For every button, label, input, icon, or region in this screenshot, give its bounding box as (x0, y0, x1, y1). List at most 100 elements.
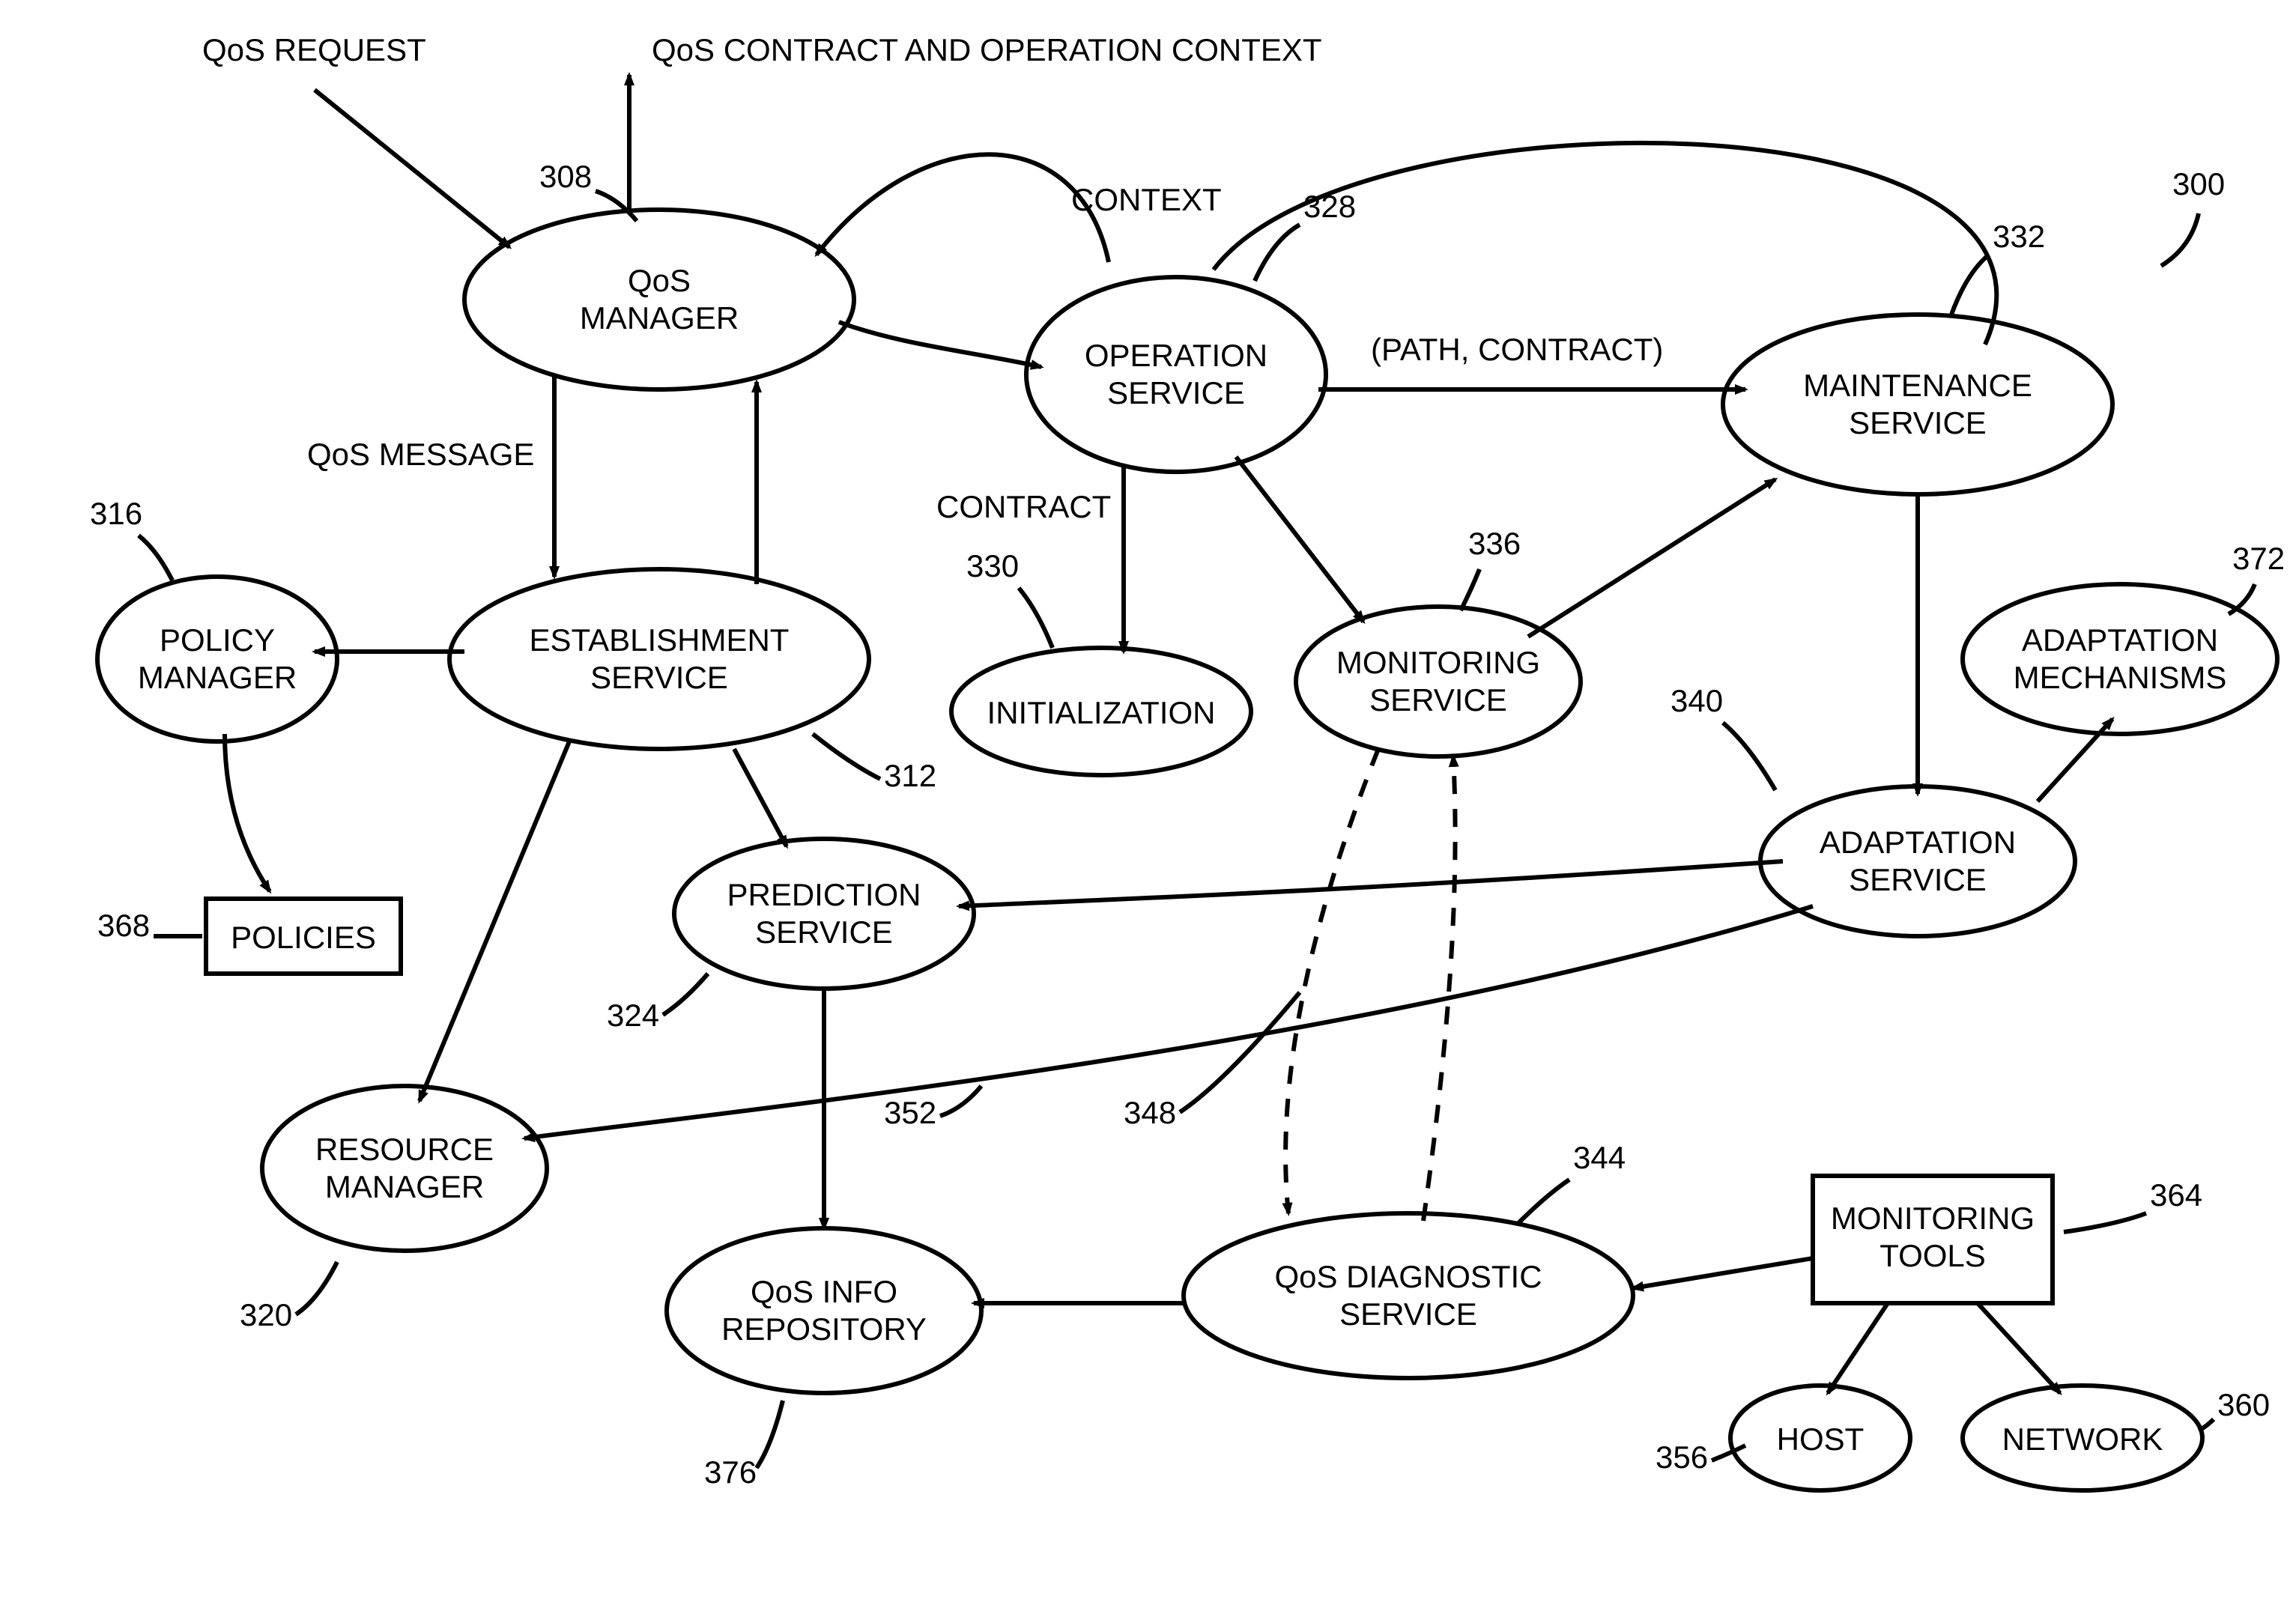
edge-qos-request-in (315, 90, 509, 247)
label: MAINTENANCE (1803, 368, 2032, 403)
label: SERVICE (1849, 862, 1987, 897)
edge-context-loop (817, 154, 1109, 262)
label: SERVICE (1849, 405, 1987, 440)
label: INITIALIZATION (987, 695, 1216, 730)
ref-324: 324 (607, 974, 708, 1033)
node-prediction-service: PREDICTION SERVICE (674, 839, 974, 989)
label: POLICY (160, 622, 275, 658)
node-monitoring-tools: MONITORING TOOLS (1813, 1176, 2053, 1303)
edge-establishment-to-prediction (734, 749, 787, 846)
ref-label: 344 (1573, 1140, 1626, 1175)
ref-label: 312 (884, 758, 936, 793)
ref-label: 364 (2150, 1177, 2202, 1213)
ref-label: 328 (1303, 189, 1356, 224)
label: MONITORING (1336, 645, 1540, 680)
ref-364: 364 (2064, 1177, 2202, 1232)
node-resource-manager: RESOURCE MANAGER (262, 1086, 547, 1251)
label: POLICIES (231, 920, 376, 955)
node-maintenance-service: MAINTENANCE SERVICE (1723, 315, 2112, 494)
label: ESTABLISHMENT (530, 622, 790, 658)
edge-monitoring-to-diag-dashed (1285, 749, 1378, 1213)
ref-368: 368 (97, 908, 202, 943)
label: ADAPTATION (1820, 825, 2016, 860)
ref-360: 360 (2199, 1387, 2270, 1430)
ref-label: 372 (2232, 541, 2285, 576)
ref-label: 324 (607, 998, 659, 1033)
ref-label: 360 (2217, 1387, 2270, 1422)
label: PREDICTION (727, 877, 921, 912)
node-monitoring-service: MONITORING SERVICE (1296, 607, 1581, 756)
node-qos-manager: QoS MANAGER (464, 210, 854, 389)
label: MECHANISMS (2014, 660, 2227, 695)
label: RESOURCE (315, 1132, 494, 1167)
edge-tools-to-network (1978, 1303, 2060, 1393)
label: MANAGER (138, 660, 297, 695)
edge-policymgr-to-policies (225, 734, 270, 891)
label: SERVICE (1369, 682, 1507, 717)
edge-tools-to-host (1828, 1303, 1888, 1393)
node-host: HOST (1730, 1386, 1910, 1490)
ref-372: 372 (2229, 541, 2285, 614)
label: SERVICE (755, 914, 893, 950)
ref-300: 300 (2161, 166, 2225, 266)
node-qos-diagnostic-service: QoS DIAGNOSTIC SERVICE (1184, 1213, 1633, 1378)
label: HOST (1777, 1422, 1865, 1457)
ref-label: 368 (97, 908, 150, 943)
ref-348: 348 (1124, 992, 1300, 1130)
label-qos-request: QoS REQUEST (202, 32, 426, 67)
ref-376: 376 (704, 1401, 783, 1490)
ref-330: 330 (966, 548, 1052, 648)
ref-label: 308 (539, 159, 592, 194)
ref-312: 312 (813, 734, 936, 793)
ref-320: 320 (240, 1262, 337, 1332)
node-policies: POLICIES (206, 899, 401, 974)
label: OPERATION (1085, 338, 1267, 373)
ref-label: 332 (1993, 219, 2045, 254)
ref-340: 340 (1670, 683, 1775, 790)
edge-establishment-to-resourcemgr (419, 741, 569, 1101)
ref-316: 316 (90, 496, 172, 580)
label: ADAPTATION (2022, 622, 2218, 658)
ref-label: 330 (966, 548, 1019, 583)
label: SERVICE (1339, 1296, 1477, 1332)
label-path-contract: (PATH, CONTRACT) (1371, 332, 1663, 367)
node-policy-manager: POLICY MANAGER (97, 577, 337, 741)
ref-label: 352 (884, 1095, 936, 1130)
label: QoS INFO (751, 1274, 897, 1309)
edge-op-to-monitoring (1236, 457, 1363, 622)
node-initialization: INITIALIZATION (951, 648, 1251, 775)
label: MANAGER (325, 1169, 484, 1204)
node-establishment-service: ESTABLISHMENT SERVICE (449, 569, 869, 749)
ref-328: 328 (1255, 189, 1356, 281)
edge-manager-to-operation (839, 322, 1041, 367)
ref-label: 320 (240, 1297, 292, 1332)
node-qos-info-repository: QoS INFO REPOSITORY (667, 1228, 981, 1393)
qos-diagram: QoS MANAGER OPERATION SERVICE MAINTENANC… (0, 0, 2296, 1605)
label: SERVICE (590, 660, 728, 695)
label: QoS DIAGNOSTIC (1274, 1259, 1542, 1294)
node-network: NETWORK (1963, 1386, 2202, 1490)
label-context: CONTEXT (1071, 182, 1222, 217)
node-adaptation-service: ADAPTATION SERVICE (1760, 786, 2075, 936)
edge-diag-to-monitoring-dashed (1423, 756, 1456, 1221)
label: TOOLS (1879, 1238, 1986, 1273)
node-adaptation-mechanisms: ADAPTATION MECHANISMS (1963, 584, 2277, 734)
ref-label: 356 (1656, 1439, 1708, 1475)
label-contract: CONTRACT (936, 489, 1111, 524)
label: QoS (628, 263, 691, 298)
ref-344: 344 (1517, 1140, 1626, 1225)
edge-tools-to-diag (1633, 1258, 1813, 1288)
node-operation-service: OPERATION SERVICE (1026, 277, 1326, 472)
label: NETWORK (2002, 1422, 2163, 1457)
ref-label: 316 (90, 496, 142, 531)
label-qos-message: QoS MESSAGE (307, 437, 534, 472)
label-qos-contract-out: QoS CONTRACT AND OPERATION CONTEXT (652, 32, 1322, 67)
ref-label: 336 (1468, 526, 1521, 561)
edge-adaptation-to-prediction (959, 861, 1783, 906)
ref-336: 336 (1461, 526, 1521, 610)
label: MANAGER (580, 300, 739, 336)
label: SERVICE (1107, 375, 1245, 410)
ref-label: 348 (1124, 1095, 1176, 1130)
ref-label: 340 (1670, 683, 1723, 718)
label: REPOSITORY (721, 1311, 927, 1347)
